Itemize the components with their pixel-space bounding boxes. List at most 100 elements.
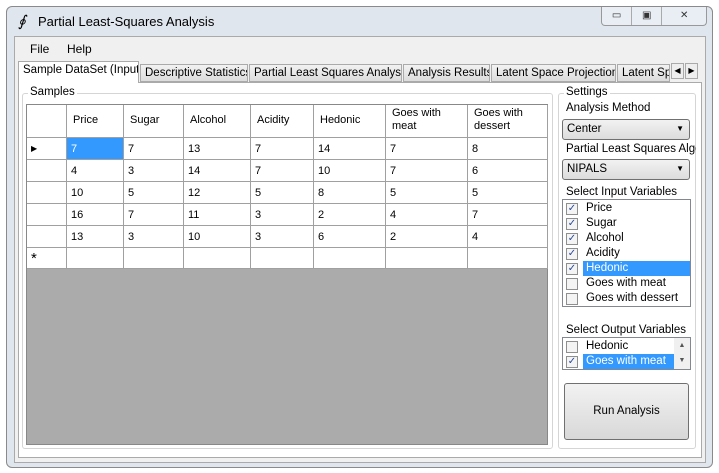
menu-help[interactable]: Help xyxy=(67,42,92,56)
table-cell[interactable]: 7 xyxy=(67,138,124,160)
table-cell[interactable]: 2 xyxy=(386,226,468,248)
row-header[interactable] xyxy=(27,204,67,226)
table-cell[interactable]: 5 xyxy=(124,182,184,204)
list-item[interactable]: Goes with dessert xyxy=(563,291,690,306)
menu-file[interactable]: File xyxy=(30,42,49,56)
column-header-sugar[interactable]: Sugar xyxy=(124,105,184,138)
tab-descriptive-statistics[interactable]: Descriptive Statistics xyxy=(140,64,248,82)
table-cell[interactable]: 3 xyxy=(251,204,314,226)
algorithm-select[interactable]: NIPALS ▼ xyxy=(562,159,690,180)
chevron-down-icon: ▼ xyxy=(676,124,684,133)
table-cell[interactable]: 5 xyxy=(251,182,314,204)
table-cell[interactable]: 16 xyxy=(67,204,124,226)
tab-latent-space-truncated[interactable]: Latent Sp xyxy=(617,64,670,82)
table-cell[interactable]: 7 xyxy=(386,138,468,160)
table-cell[interactable] xyxy=(67,248,124,269)
table-cell[interactable]: 7 xyxy=(124,204,184,226)
table-cell[interactable]: 4 xyxy=(468,226,548,248)
row-header[interactable] xyxy=(27,160,67,182)
column-header-goes-with-dessert[interactable]: Goes with dessert xyxy=(468,105,548,138)
scroll-down-icon[interactable]: ▼ xyxy=(674,353,690,368)
table-cell[interactable] xyxy=(184,248,251,269)
maximize-button[interactable]: ▣ xyxy=(632,7,663,25)
close-button[interactable]: ✕ xyxy=(662,7,706,25)
table-cell[interactable]: 7 xyxy=(468,204,548,226)
list-item[interactable]: ✓ Acidity xyxy=(563,246,690,261)
checkbox[interactable]: ✓ xyxy=(566,262,578,275)
table-cell[interactable]: 14 xyxy=(184,160,251,182)
list-item[interactable]: Hedonic xyxy=(563,339,675,354)
checkbox[interactable]: ✓ xyxy=(566,232,578,245)
table-cell[interactable]: 10 xyxy=(314,160,386,182)
table-cell[interactable]: 8 xyxy=(468,138,548,160)
table-cell[interactable]: 2 xyxy=(314,204,386,226)
row-header[interactable] xyxy=(27,226,67,248)
settings-label: Settings xyxy=(564,86,610,98)
table-cell[interactable]: 10 xyxy=(184,226,251,248)
run-analysis-button[interactable]: Run Analysis xyxy=(564,383,689,440)
table-cell[interactable]: 13 xyxy=(184,138,251,160)
table-cell[interactable]: 7 xyxy=(251,138,314,160)
checkbox[interactable] xyxy=(566,292,578,305)
output-variables-label: Select Output Variables xyxy=(566,324,686,336)
table-cell[interactable] xyxy=(314,248,386,269)
checkbox[interactable]: ✓ xyxy=(566,247,578,260)
checkbox[interactable] xyxy=(566,277,578,290)
input-variables-list[interactable]: ✓ Price ✓ Sugar ✓ Alcohol ✓ Acidity ✓ Hedonic Goes… xyxy=(562,199,691,307)
table-cell[interactable]: 13 xyxy=(67,226,124,248)
table-cell[interactable]: 12 xyxy=(184,182,251,204)
tab-sample-dataset[interactable]: Sample DataSet (Input) xyxy=(18,61,139,83)
table-cell[interactable]: 3 xyxy=(124,160,184,182)
table-cell[interactable]: 14 xyxy=(314,138,386,160)
table-cell[interactable]: 7 xyxy=(251,160,314,182)
column-header-alcohol[interactable]: Alcohol xyxy=(184,105,251,138)
list-item[interactable]: Goes with meat xyxy=(563,276,690,291)
column-header-price[interactable]: Price xyxy=(67,105,124,138)
new-row-icon[interactable]: * xyxy=(27,248,67,269)
table-cell[interactable]: 7 xyxy=(386,160,468,182)
table-cell[interactable]: 7 xyxy=(124,138,184,160)
input-variables-label: Select Input Variables xyxy=(566,186,678,198)
tab-scroll-right-icon[interactable]: ▶ xyxy=(685,63,698,79)
table-cell[interactable]: 6 xyxy=(468,160,548,182)
table-cell[interactable]: 11 xyxy=(184,204,251,226)
list-item[interactable]: ✓ Hedonic xyxy=(563,261,690,276)
table-cell[interactable]: 4 xyxy=(67,160,124,182)
table-cell[interactable] xyxy=(468,248,548,269)
column-header-hedonic[interactable]: Hedonic xyxy=(314,105,386,138)
table-cell[interactable]: 6 xyxy=(314,226,386,248)
tab-scroll-left-icon[interactable]: ◀ xyxy=(671,63,684,79)
samples-grid[interactable]: Price Sugar Alcohol Acidity Hedonic Goes with… xyxy=(26,104,548,445)
current-row-icon[interactable]: ▶ xyxy=(27,138,67,160)
checkbox[interactable]: ✓ xyxy=(566,217,578,230)
scroll-up-icon[interactable]: ▲ xyxy=(674,338,690,353)
checkbox[interactable] xyxy=(566,340,578,353)
list-item[interactable]: ✓ Sugar xyxy=(563,216,690,231)
analysis-method-select[interactable]: Center ▼ xyxy=(562,119,690,140)
table-cell[interactable]: 3 xyxy=(124,226,184,248)
table-cell[interactable] xyxy=(251,248,314,269)
table-cell[interactable]: 3 xyxy=(251,226,314,248)
checkbox[interactable]: ✓ xyxy=(566,202,578,215)
table-cell[interactable]: 5 xyxy=(386,182,468,204)
list-item[interactable]: ✓ Goes with meat xyxy=(563,354,675,369)
tab-analysis-results[interactable]: Analysis Results xyxy=(403,64,490,82)
table-cell[interactable]: 5 xyxy=(468,182,548,204)
tab-latent-space-projection[interactable]: Latent Space Projection xyxy=(491,64,616,82)
table-cell[interactable]: 10 xyxy=(67,182,124,204)
table-cell[interactable] xyxy=(386,248,468,269)
column-header-goes-with-meat[interactable]: Goes with meat xyxy=(386,105,468,138)
row-header[interactable] xyxy=(27,182,67,204)
output-list-scrollbar[interactable]: ▲ ▼ xyxy=(674,338,690,369)
output-variables-list[interactable]: Hedonic ✓ Goes with meat ▲ ▼ xyxy=(562,337,691,370)
tab-pls-analysis[interactable]: Partial Least Squares Analysis xyxy=(249,64,402,82)
checkbox[interactable]: ✓ xyxy=(566,355,578,368)
table-cell[interactable]: 8 xyxy=(314,182,386,204)
table-cell[interactable] xyxy=(124,248,184,269)
minimize-button[interactable]: ▭ xyxy=(602,7,633,25)
table-cell[interactable]: 4 xyxy=(386,204,468,226)
list-item[interactable]: ✓ Alcohol xyxy=(563,231,690,246)
column-header-acidity[interactable]: Acidity xyxy=(251,105,314,138)
list-item[interactable]: ✓ Price xyxy=(563,201,690,216)
list-item-label: Alcohol xyxy=(586,232,624,244)
